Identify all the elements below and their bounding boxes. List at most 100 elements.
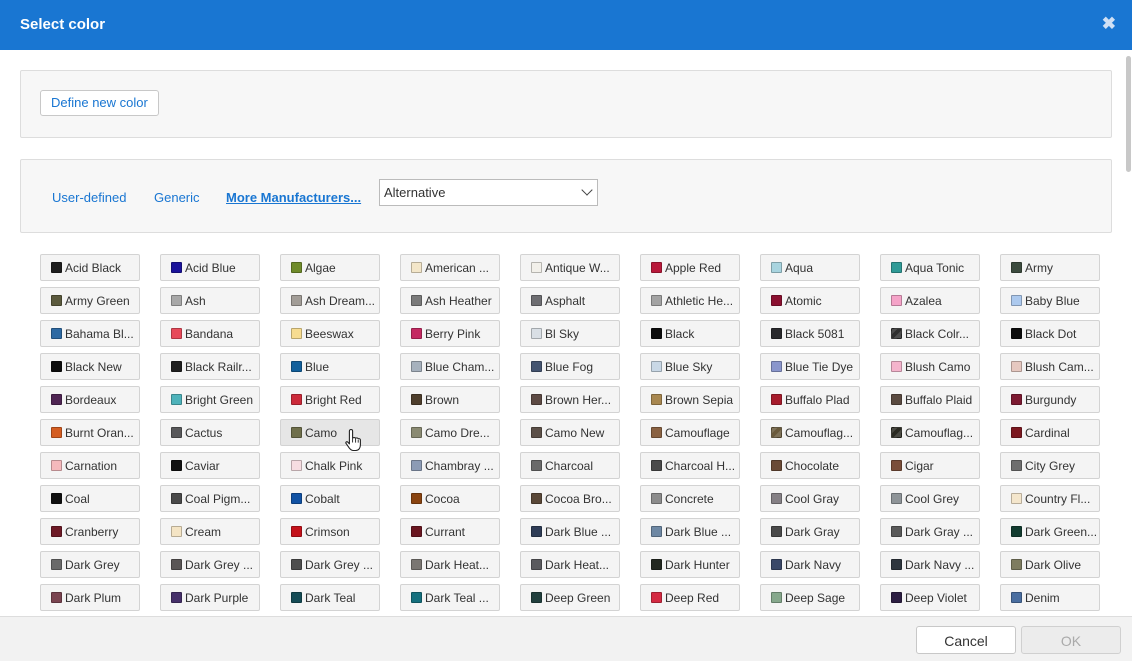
color-chip[interactable]: Blue Fog xyxy=(520,353,620,380)
color-chip[interactable]: Atomic xyxy=(760,287,860,314)
color-chip[interactable]: Blue Cham... xyxy=(400,353,500,380)
color-chip[interactable]: American ... xyxy=(400,254,500,281)
color-chip[interactable]: Black New xyxy=(40,353,140,380)
color-chip[interactable]: Dark Teal ... xyxy=(400,584,500,611)
color-chip[interactable]: Coal xyxy=(40,485,140,512)
color-chip[interactable]: Cool Gray xyxy=(760,485,860,512)
tab-generic[interactable]: Generic xyxy=(154,190,200,205)
color-chip[interactable]: Dark Purple xyxy=(160,584,260,611)
color-chip[interactable]: Aqua xyxy=(760,254,860,281)
color-chip[interactable]: Acid Black xyxy=(40,254,140,281)
color-chip[interactable]: Camo Dre... xyxy=(400,419,500,446)
color-chip[interactable]: Deep Violet xyxy=(880,584,980,611)
manufacturer-select[interactable]: Alternative xyxy=(379,179,598,206)
color-chip[interactable]: Blue xyxy=(280,353,380,380)
color-chip[interactable]: Dark Navy xyxy=(760,551,860,578)
color-chip[interactable]: Berry Pink xyxy=(400,320,500,347)
close-icon[interactable]: ✖ xyxy=(1102,14,1116,34)
color-chip[interactable]: Currant xyxy=(400,518,500,545)
color-chip[interactable]: Dark Olive xyxy=(1000,551,1100,578)
color-chip[interactable]: Dark Navy ... xyxy=(880,551,980,578)
color-chip[interactable]: Bright Green xyxy=(160,386,260,413)
color-chip[interactable]: City Grey xyxy=(1000,452,1100,479)
color-chip[interactable]: Dark Plum xyxy=(40,584,140,611)
color-chip[interactable]: Bandana xyxy=(160,320,260,347)
color-chip[interactable]: Antique W... xyxy=(520,254,620,281)
color-chip[interactable]: Apple Red xyxy=(640,254,740,281)
color-chip[interactable]: Concrete xyxy=(640,485,740,512)
color-chip[interactable]: Beeswax xyxy=(280,320,380,347)
color-chip[interactable]: Burnt Oran... xyxy=(40,419,140,446)
color-chip[interactable]: Dark Heat... xyxy=(400,551,500,578)
color-chip[interactable]: Dark Blue ... xyxy=(520,518,620,545)
color-chip[interactable]: Dark Grey ... xyxy=(280,551,380,578)
color-chip[interactable]: Chalk Pink xyxy=(280,452,380,479)
color-chip[interactable]: Camo xyxy=(280,419,380,446)
color-chip[interactable]: Buffalo Plaid xyxy=(880,386,980,413)
color-chip[interactable]: Cranberry xyxy=(40,518,140,545)
color-chip[interactable]: Blush Cam... xyxy=(1000,353,1100,380)
color-chip[interactable]: Athletic He... xyxy=(640,287,740,314)
cancel-button[interactable]: Cancel xyxy=(916,626,1016,654)
color-chip[interactable]: Camouflage xyxy=(640,419,740,446)
color-chip[interactable]: Baby Blue xyxy=(1000,287,1100,314)
color-chip[interactable]: Charcoal H... xyxy=(640,452,740,479)
tab-user-defined[interactable]: User-defined xyxy=(52,190,126,205)
color-chip[interactable]: Cream xyxy=(160,518,260,545)
color-chip[interactable]: Cobalt xyxy=(280,485,380,512)
color-chip[interactable]: Country Fl... xyxy=(1000,485,1100,512)
color-chip[interactable]: Chambray ... xyxy=(400,452,500,479)
color-chip[interactable]: Asphalt xyxy=(520,287,620,314)
color-chip[interactable]: Brown Sepia xyxy=(640,386,740,413)
color-chip[interactable]: Dark Green... xyxy=(1000,518,1100,545)
define-new-color-button[interactable]: Define new color xyxy=(40,90,159,116)
color-chip[interactable]: Deep Sage xyxy=(760,584,860,611)
color-chip[interactable]: Cigar xyxy=(880,452,980,479)
color-chip[interactable]: Black 5081 xyxy=(760,320,860,347)
color-chip[interactable]: Black Railr... xyxy=(160,353,260,380)
color-chip[interactable]: Burgundy xyxy=(1000,386,1100,413)
color-chip[interactable]: Charcoal xyxy=(520,452,620,479)
color-chip[interactable]: Denim xyxy=(1000,584,1100,611)
color-chip[interactable]: Army xyxy=(1000,254,1100,281)
color-chip[interactable]: Blue Sky xyxy=(640,353,740,380)
color-chip[interactable]: Black Dot xyxy=(1000,320,1100,347)
color-chip[interactable]: Brown Her... xyxy=(520,386,620,413)
color-chip[interactable]: Acid Blue xyxy=(160,254,260,281)
color-chip[interactable]: Brown xyxy=(400,386,500,413)
scrollbar[interactable] xyxy=(1126,56,1131,172)
color-chip[interactable]: Deep Red xyxy=(640,584,740,611)
color-chip[interactable]: Ash Heather xyxy=(400,287,500,314)
color-chip[interactable]: Dark Heat... xyxy=(520,551,620,578)
color-chip[interactable]: Dark Teal xyxy=(280,584,380,611)
color-chip[interactable]: Dark Gray xyxy=(760,518,860,545)
color-chip[interactable]: Crimson xyxy=(280,518,380,545)
color-chip[interactable]: Blush Camo xyxy=(880,353,980,380)
color-chip[interactable]: Coal Pigm... xyxy=(160,485,260,512)
color-chip[interactable]: Carnation xyxy=(40,452,140,479)
color-chip[interactable]: Ash Dream... xyxy=(280,287,380,314)
color-chip[interactable]: Algae xyxy=(280,254,380,281)
color-chip[interactable]: Dark Hunter xyxy=(640,551,740,578)
color-chip[interactable]: Army Green xyxy=(40,287,140,314)
tab-more-manufacturers[interactable]: More Manufacturers... xyxy=(226,190,361,205)
color-chip[interactable]: Blue Tie Dye xyxy=(760,353,860,380)
color-chip[interactable]: Camouflag... xyxy=(760,419,860,446)
color-chip[interactable]: Camouflag... xyxy=(880,419,980,446)
color-chip[interactable]: Buffalo Plad xyxy=(760,386,860,413)
color-chip[interactable]: Cocoa Bro... xyxy=(520,485,620,512)
color-chip[interactable]: Azalea xyxy=(880,287,980,314)
color-chip[interactable]: Dark Grey xyxy=(40,551,140,578)
color-chip[interactable]: Black xyxy=(640,320,740,347)
color-chip[interactable]: Aqua Tonic xyxy=(880,254,980,281)
color-chip[interactable]: Black Colr... xyxy=(880,320,980,347)
color-chip[interactable]: Ash xyxy=(160,287,260,314)
color-chip[interactable]: Deep Green xyxy=(520,584,620,611)
ok-button[interactable]: OK xyxy=(1021,626,1121,654)
color-chip[interactable]: Camo New xyxy=(520,419,620,446)
color-chip[interactable]: Dark Blue ... xyxy=(640,518,740,545)
color-chip[interactable]: Cactus xyxy=(160,419,260,446)
color-chip[interactable]: Cardinal xyxy=(1000,419,1100,446)
color-chip[interactable]: Bahama Bl... xyxy=(40,320,140,347)
color-chip[interactable]: Caviar xyxy=(160,452,260,479)
